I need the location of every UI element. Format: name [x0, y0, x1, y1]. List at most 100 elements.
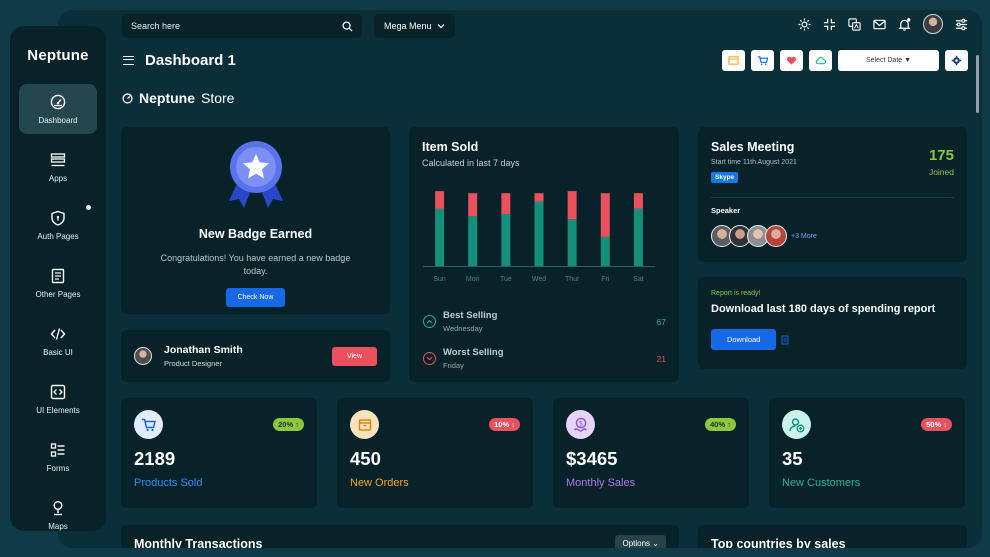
chart-bar-wed-segment-1[interactable] — [534, 201, 544, 266]
logo: Neptune — [27, 47, 89, 64]
stat-label: Monthly Sales — [566, 477, 636, 489]
stat-card-products: 20% ↑ 2189 Products Sold — [121, 398, 317, 508]
chart-bar-sun-segment-1[interactable] — [435, 208, 445, 266]
sidebar-item-forms[interactable]: Forms — [19, 432, 97, 482]
cart-icon — [757, 55, 768, 65]
translate-icon[interactable] — [848, 17, 861, 31]
sidebar-nav: Dashboard Apps Auth Pages Other Pages Ba… — [10, 84, 106, 531]
more-speakers-link[interactable]: +3 More — [791, 233, 817, 240]
sidebar: Neptune Dashboard Apps Auth Pages Other … — [10, 26, 106, 531]
chart-bar-fri-segment-2[interactable] — [600, 193, 610, 237]
chart-bar-sat-segment-2[interactable] — [633, 193, 643, 209]
chart-bar-thur-segment-2[interactable] — [567, 191, 577, 220]
stat-card-sales: $ 40% ↑ $3465 Monthly Sales — [553, 398, 749, 508]
check-now-button[interactable]: Check Now — [225, 288, 286, 308]
sidebar-item-maps[interactable]: Maps — [19, 490, 97, 531]
sidebar-item-label: Basic UI — [43, 347, 73, 357]
main-panel: Search here Mega Menu Dashboard 1 Select… — [58, 10, 982, 548]
dashboard-gauge-icon — [50, 94, 66, 109]
header-actions: Select Date ▼ — [722, 49, 968, 71]
notification-dot — [86, 205, 91, 210]
percent-badge: 40% ↑ — [705, 418, 736, 431]
box-icon — [350, 410, 379, 439]
divider — [711, 197, 954, 198]
sidebar-item-label: Other Pages — [35, 289, 81, 299]
speaker-avatars: +3 More — [711, 225, 954, 247]
avatar — [134, 347, 152, 365]
avatar[interactable] — [765, 225, 787, 247]
select-date-dropdown[interactable]: Select Date ▼ — [838, 49, 939, 71]
stat-value: $3465 — [566, 448, 618, 469]
topbar: Search here Mega Menu — [122, 10, 982, 42]
sidebar-item-auth-pages[interactable]: Auth Pages — [19, 200, 97, 250]
profile-name: Jonathan Smith — [164, 344, 243, 356]
chart-bar-tue-segment-1[interactable] — [501, 214, 511, 266]
bell-icon[interactable] — [898, 17, 911, 31]
sidebar-item-label: Maps — [48, 521, 68, 531]
badge-card: New Badge Earned Congratulations! You ha… — [121, 127, 390, 314]
hamburger-menu-icon[interactable] — [123, 55, 134, 65]
archive-button[interactable] — [722, 49, 745, 71]
page-header: Dashboard 1 Select Date ▼ — [122, 44, 968, 76]
shield-icon — [51, 210, 65, 226]
sidebar-item-label: Dashboard — [38, 115, 78, 125]
sidebar-item-dashboard[interactable]: Dashboard — [19, 84, 97, 134]
sun-icon[interactable] — [798, 17, 811, 31]
chart-bar-thur-segment-1[interactable] — [567, 219, 577, 266]
top-countries-title: Top countries by sales — [711, 537, 846, 548]
forms-icon — [50, 442, 65, 457]
store-heading: Neptune Store — [122, 90, 234, 106]
chevron-down-icon — [437, 24, 444, 29]
chart-bar-sat-segment-1[interactable] — [633, 208, 643, 266]
search-input[interactable]: Search here — [122, 14, 362, 38]
page-title: Dashboard 1 — [145, 51, 236, 69]
sidebar-item-other-pages[interactable]: Other Pages — [19, 258, 97, 308]
view-button[interactable]: View — [331, 346, 377, 366]
monthly-transactions-title: Monthly Transactions — [134, 537, 263, 548]
chart-bar-tue-segment-2[interactable] — [501, 193, 511, 214]
gear-icon — [951, 55, 962, 65]
best-selling-value: 67 — [656, 316, 666, 327]
chart-bar-wed-segment-2[interactable] — [534, 193, 544, 202]
scrollbar[interactable] — [976, 55, 979, 113]
store-suffix: Store — [201, 90, 235, 106]
settings-button[interactable] — [945, 49, 968, 71]
download-button[interactable]: Download — [711, 329, 777, 350]
options-dropdown[interactable]: Options ⌄ — [615, 535, 666, 548]
chart-bar-mon-segment-2[interactable] — [468, 193, 478, 217]
mega-menu-button[interactable]: Mega Menu — [374, 14, 455, 38]
chart-bar-sun-segment-2[interactable] — [435, 191, 445, 209]
chart-bar-fri-segment-1[interactable] — [600, 236, 610, 266]
sidebar-item-label: Apps — [48, 173, 68, 183]
chart-x-tick-label: Sun — [433, 276, 446, 283]
user-avatar[interactable] — [923, 14, 943, 34]
badge-title: New Badge Earned — [198, 227, 313, 241]
sidebar-item-apps[interactable]: Apps — [19, 142, 97, 192]
cloud-icon — [815, 56, 826, 64]
cloud-button[interactable] — [809, 49, 832, 71]
chevron-down-icon — [423, 352, 436, 365]
cart-button[interactable] — [751, 49, 774, 71]
stat-value: 2189 — [134, 448, 176, 469]
svg-text:$: $ — [578, 419, 582, 427]
chart-x-tick-label: Sat — [633, 276, 644, 283]
topbar-icons — [798, 14, 968, 34]
mega-menu-label: Mega Menu — [384, 21, 432, 31]
badge-description: Congratulations! You have earned a new b… — [160, 253, 351, 277]
dollar-icon: $ — [566, 410, 595, 439]
sidebar-item-ui-elements[interactable]: UI Elements — [19, 374, 97, 424]
settings-sliders-icon[interactable] — [955, 18, 968, 31]
favorite-button[interactable] — [780, 49, 803, 71]
fullscreen-exit-icon[interactable] — [823, 18, 836, 31]
mail-icon[interactable] — [873, 18, 886, 31]
search-icon[interactable] — [342, 20, 353, 32]
chart-x-tick-label: Wed — [532, 276, 546, 283]
worst-selling-label: Worst Selling — [443, 347, 504, 358]
chart-bar-mon-segment-1[interactable] — [468, 216, 478, 266]
chart-x-tick-label: Mon — [466, 276, 480, 283]
stat-label: New Orders — [350, 477, 409, 489]
best-selling-row: Best Selling Wednesday 67 — [423, 310, 666, 333]
sidebar-item-basic-ui[interactable]: Basic UI — [19, 316, 97, 366]
worst-selling-day: Friday — [443, 361, 464, 370]
stat-value: 450 — [350, 448, 381, 469]
